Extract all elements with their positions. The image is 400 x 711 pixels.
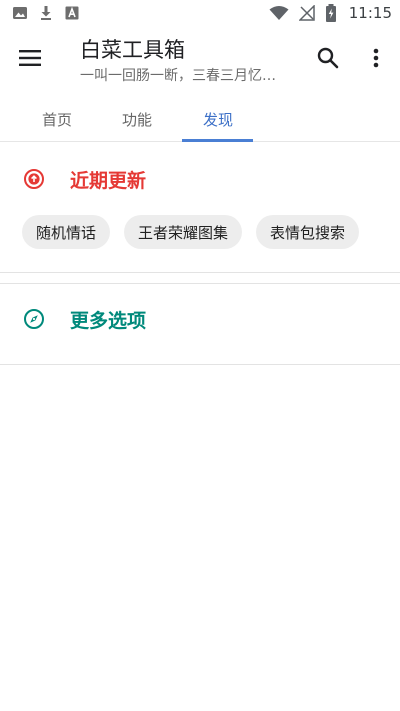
divider: [0, 283, 400, 284]
compass-icon: [24, 309, 44, 329]
tab-bar: 首页 功能 发现: [0, 96, 400, 142]
menu-icon: [19, 50, 41, 66]
font-icon: [65, 6, 79, 20]
app-bar: 白菜工具箱 一叫一回肠一断，三春三月忆…: [0, 26, 400, 90]
battery-charging-icon: [325, 4, 336, 22]
search-icon: [317, 47, 339, 69]
status-time: 11:15: [348, 4, 392, 22]
more-options-row[interactable]: 更多选项: [0, 301, 400, 337]
status-bar: 11:15: [0, 0, 400, 26]
tab-home[interactable]: 首页: [21, 96, 93, 142]
arrow-up-circle-icon: [24, 169, 44, 189]
wifi-icon: [269, 6, 289, 20]
more-options-title: 更多选项: [70, 309, 147, 332]
chip-sticker-search[interactable]: 表情包搜索: [256, 215, 360, 249]
chip-honor-of-kings-gallery[interactable]: 王者荣耀图集: [124, 215, 243, 249]
app-title: 白菜工具箱: [80, 38, 185, 62]
tab-functions[interactable]: 功能: [101, 96, 173, 142]
recent-updates-title: 近期更新: [70, 169, 147, 192]
more-vert-icon: [373, 48, 379, 68]
chip-random-love-words[interactable]: 随机情话: [22, 215, 111, 249]
download-icon: [41, 6, 51, 20]
divider: [0, 364, 400, 365]
recent-updates-chips: 随机情话 王者荣耀图集 表情包搜索: [22, 215, 360, 249]
recent-updates-header: 近期更新: [0, 161, 400, 197]
tab-indicator: [182, 139, 253, 142]
menu-button[interactable]: [18, 46, 44, 70]
no-signal-icon: [298, 5, 315, 21]
search-button[interactable]: [316, 46, 340, 70]
tab-discover[interactable]: 发现: [182, 96, 254, 142]
divider: [0, 272, 400, 273]
more-options-button[interactable]: [366, 46, 386, 70]
image-icon: [13, 7, 27, 19]
app-subtitle: 一叫一回肠一断，三春三月忆…: [80, 68, 276, 84]
